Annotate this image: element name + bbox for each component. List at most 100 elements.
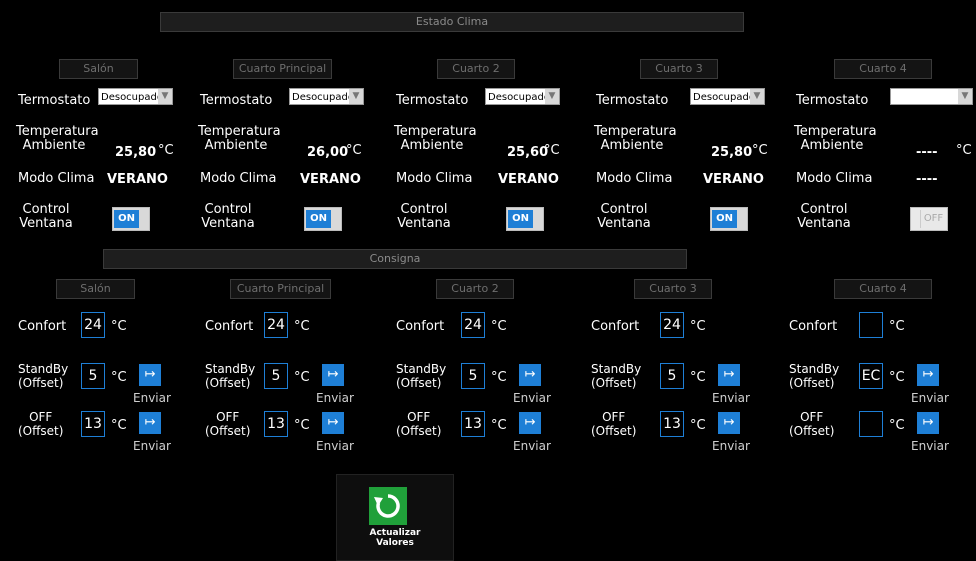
standby-label-line1: StandBy — [789, 362, 840, 376]
confort-input[interactable]: 24 — [660, 312, 684, 338]
confort-input[interactable]: 24 — [461, 312, 485, 338]
off-send-button[interactable]: ↦ — [322, 412, 344, 434]
refresh-values-button[interactable]: Actualizar Valores — [336, 474, 454, 561]
standby-unit: °C — [690, 370, 706, 385]
send-icon: ↦ — [524, 367, 536, 382]
control-ventana-toggle[interactable]: ON — [112, 207, 150, 231]
standby-label-line2: (Offset) — [789, 376, 835, 390]
control-ventana-label-line2: Ventana — [19, 216, 73, 231]
termostato-select[interactable]: ▼ — [890, 88, 973, 105]
standby-label-line2: (Offset) — [18, 376, 64, 390]
standby-label-line1: StandBy — [18, 362, 69, 376]
standby-unit: °C — [111, 370, 127, 385]
control-ventana-state: ON — [114, 210, 139, 228]
temperatura-label-line2: Ambiente — [204, 138, 268, 153]
standby-send-label: Enviar — [316, 391, 354, 405]
consigna-room-tab: Salón — [56, 279, 135, 299]
standby-label: StandBy (Offset) — [18, 362, 68, 390]
off-send-label: Enviar — [513, 439, 551, 453]
confort-label: Confort — [18, 319, 67, 334]
termostato-label: Termostato — [18, 93, 91, 108]
termostato-label: Termostato — [200, 93, 273, 108]
standby-send-button[interactable]: ↦ — [139, 364, 161, 386]
temperatura-label-line1: Temperatura — [794, 124, 877, 139]
standby-send-button[interactable]: ↦ — [917, 364, 939, 386]
standby-send-label: Enviar — [133, 391, 171, 405]
room-tab: Cuarto 3 — [640, 59, 718, 79]
send-icon: ↦ — [723, 415, 735, 430]
control-ventana-state: ON — [508, 210, 533, 228]
temperatura-label: Temperatura Ambiente — [198, 125, 281, 153]
standby-send-label: Enviar — [513, 391, 551, 405]
termostato-label: Termostato — [796, 93, 869, 108]
temperatura-value: ---- — [916, 145, 938, 160]
control-ventana-label: Control Ventana — [396, 203, 452, 231]
off-send-label: Enviar — [316, 439, 354, 453]
confort-input[interactable] — [859, 312, 883, 338]
off-send-label: Enviar — [911, 439, 949, 453]
control-ventana-toggle[interactable]: OFF — [910, 207, 948, 231]
off-label: OFF (Offset) — [396, 410, 441, 438]
control-ventana-label-line1: Control — [600, 202, 648, 217]
control-ventana-label-line2: Ventana — [397, 216, 451, 231]
off-send-button[interactable]: ↦ — [917, 412, 939, 434]
chevron-down-icon: ▼ — [158, 89, 172, 104]
off-send-button[interactable]: ↦ — [718, 412, 740, 434]
confort-label: Confort — [205, 319, 254, 334]
off-unit: °C — [294, 418, 310, 433]
send-icon: ↦ — [144, 415, 156, 430]
off-input[interactable]: 13 — [81, 411, 105, 437]
control-ventana-toggle[interactable]: ON — [506, 207, 544, 231]
temperatura-unit: °C — [544, 143, 560, 158]
temperatura-label-line1: Temperatura — [394, 124, 477, 139]
chevron-down-icon: ▼ — [349, 89, 363, 104]
termostato-select[interactable]: Desocupado ▼ — [690, 88, 765, 105]
control-ventana-label: Control Ventana — [796, 203, 852, 231]
control-ventana-toggle[interactable]: ON — [304, 207, 342, 231]
confort-unit: °C — [294, 319, 310, 334]
temperatura-label: Temperatura Ambiente — [794, 124, 877, 153]
standby-send-button[interactable]: ↦ — [322, 364, 344, 386]
control-ventana-label: Control Ventana — [200, 203, 256, 231]
off-input[interactable]: 13 — [660, 411, 684, 437]
consigna-header: Consigna — [103, 249, 687, 269]
control-ventana-label-line1: Control — [800, 202, 848, 217]
control-ventana-state: ON — [306, 210, 331, 228]
temperatura-value: 25,80 — [115, 145, 157, 160]
off-input[interactable]: 13 — [264, 411, 288, 437]
termostato-select[interactable]: Desocupado ▼ — [485, 88, 560, 105]
standby-label: StandBy (Offset) — [396, 362, 446, 390]
control-ventana-label-line1: Control — [400, 202, 448, 217]
off-send-button[interactable]: ↦ — [139, 412, 161, 434]
standby-input[interactable]: 5 — [264, 363, 288, 389]
confort-input[interactable]: 24 — [264, 312, 288, 338]
off-label-line1: OFF — [216, 410, 240, 424]
modo-clima-label: Modo Clima — [18, 171, 95, 186]
standby-input[interactable]: EC — [859, 363, 883, 389]
standby-send-button[interactable]: ↦ — [718, 364, 740, 386]
control-ventana-label-line2: Ventana — [201, 216, 255, 231]
termostato-select[interactable]: Desocupado ▼ — [98, 88, 173, 105]
refresh-label-line1: Actualizar — [369, 528, 421, 538]
standby-input[interactable]: 5 — [660, 363, 684, 389]
confort-label: Confort — [591, 319, 640, 334]
control-ventana-toggle[interactable]: ON — [710, 207, 748, 231]
off-label-line1: OFF — [29, 410, 53, 424]
modo-clima-value: VERANO — [300, 172, 361, 187]
temperatura-label-line1: Temperatura — [594, 124, 677, 139]
standby-unit: °C — [889, 370, 905, 385]
off-label-line2: (Offset) — [18, 424, 64, 438]
standby-input[interactable]: 5 — [81, 363, 105, 389]
off-input[interactable]: 13 — [461, 411, 485, 437]
off-input[interactable] — [859, 411, 883, 437]
temperatura-unit: °C — [158, 143, 174, 158]
off-label-line2: (Offset) — [789, 424, 835, 438]
off-label-line1: OFF — [602, 410, 626, 424]
standby-input[interactable]: 5 — [461, 363, 485, 389]
control-ventana-label-line1: Control — [204, 202, 252, 217]
off-unit: °C — [111, 418, 127, 433]
standby-send-button[interactable]: ↦ — [519, 364, 541, 386]
confort-input[interactable]: 24 — [81, 312, 105, 338]
off-send-button[interactable]: ↦ — [519, 412, 541, 434]
termostato-select[interactable]: Desocupado ▼ — [289, 88, 364, 105]
